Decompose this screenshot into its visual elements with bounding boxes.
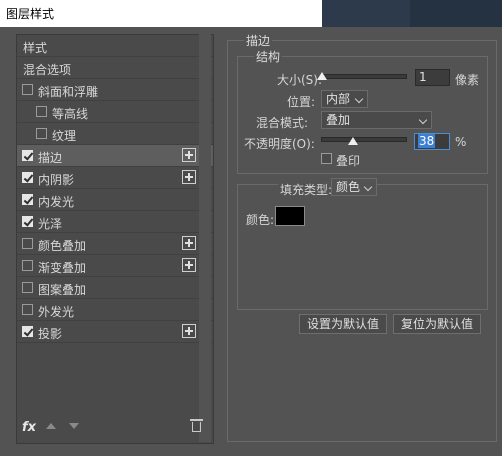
move-up-icon[interactable] [46,423,56,429]
emboss-label: 叠印 [336,154,361,168]
style-checkbox[interactable] [22,304,33,315]
blend-mode-dropdown[interactable]: 叠加 [321,111,432,129]
size-label: 大小(S): [277,73,323,87]
styles-header[interactable]: 样式 [17,35,213,57]
style-item-label: 外发光 [38,305,75,319]
fill-group [237,184,488,310]
styles-panel: 样式 混合选项 斜面和浮雕等高线纹理描边内阴影内发光光泽颜色叠加渐变叠加图案叠加… [16,34,214,444]
title-bar: 图层样式 [0,0,502,27]
opacity-slider[interactable] [321,137,407,142]
style-item-label: 图案叠加 [38,283,87,297]
style-item[interactable]: 投影 [17,321,213,343]
size-slider[interactable] [321,74,407,79]
add-style-icon[interactable] [182,148,196,162]
blend-mode-value: 叠加 [326,113,351,127]
style-checkbox[interactable] [22,84,33,95]
style-checkbox[interactable] [36,106,47,117]
reset-default-button[interactable]: 复位为默认值 [393,314,481,334]
style-item[interactable]: 等高线 [17,101,213,123]
style-checkbox[interactable] [22,216,33,227]
styles-toolbar: fx [16,414,212,442]
position-value: 内部 [326,92,351,106]
window-title: 图层样式 [6,7,55,21]
style-item[interactable]: 内阴影 [17,167,213,189]
style-checkbox[interactable] [22,172,33,183]
opacity-input[interactable]: 38 [414,133,450,150]
color-swatch[interactable] [275,206,305,226]
add-style-icon[interactable] [182,236,196,250]
style-item[interactable]: 渐变叠加 [17,255,213,277]
chevron-down-icon [363,182,373,192]
fx-button[interactable]: fx [22,420,36,435]
style-item[interactable]: 斜面和浮雕 [17,79,213,101]
style-item-label: 颜色叠加 [38,239,87,253]
style-item[interactable]: 图案叠加 [17,277,213,299]
blend-options-item[interactable]: 混合选项 [17,57,213,79]
trash-icon[interactable] [190,419,203,432]
style-checkbox[interactable] [22,326,33,337]
chevron-down-icon [418,115,428,125]
opacity-value: 38 [418,134,436,148]
style-item[interactable]: 纹理 [17,123,213,145]
styles-scroll-area [199,34,211,442]
opacity-slider-thumb[interactable] [347,137,358,145]
style-item[interactable]: 颜色叠加 [17,233,213,255]
structure-title: 结构 [254,48,283,65]
fill-type-label: 填充类型: [278,181,335,198]
styles-header-label: 样式 [23,41,48,55]
make-default-button[interactable]: 设置为默认值 [299,314,387,334]
style-item-label: 投影 [38,327,63,341]
position-dropdown[interactable]: 内部 [321,90,368,108]
style-checkbox[interactable] [22,282,33,293]
size-input[interactable]: 1 [415,69,450,86]
move-down-icon[interactable] [69,423,79,429]
style-item-label: 斜面和浮雕 [38,85,99,99]
style-checkbox[interactable] [22,150,33,161]
style-item[interactable]: 描边 [17,145,213,167]
chevron-down-icon [354,94,364,104]
style-item-label: 内发光 [38,195,75,209]
style-item-label: 光泽 [38,217,63,231]
blend-mode-label: 混合模式: [256,116,309,130]
background-window-edge [410,0,502,27]
emboss-checkbox[interactable] [321,153,332,164]
size-slider-thumb[interactable] [316,72,327,80]
style-item-label: 描边 [38,151,63,165]
fill-type-dropdown[interactable]: 颜色 [331,178,377,196]
style-item-label: 内阴影 [38,173,75,187]
opacity-label: 不透明度(O): [244,137,315,151]
add-style-icon[interactable] [182,170,196,184]
style-checkbox[interactable] [36,128,47,139]
style-item-label: 等高线 [52,107,89,121]
style-item-label: 纹理 [52,129,77,143]
style-checkbox[interactable] [22,194,33,205]
color-label: 颜色: [246,213,275,227]
style-item-label: 渐变叠加 [38,261,87,275]
style-item[interactable]: 内发光 [17,189,213,211]
style-checkbox[interactable] [22,238,33,249]
style-item[interactable]: 光泽 [17,211,213,233]
size-unit: 像素 [455,73,480,87]
opacity-unit: % [455,135,467,149]
stroke-section-title: 描边 [244,32,273,49]
add-style-icon[interactable] [182,324,196,338]
blend-options-label: 混合选项 [23,63,72,77]
style-item[interactable]: 外发光 [17,299,213,321]
add-style-icon[interactable] [182,258,196,272]
position-label: 位置: [287,95,316,109]
fill-type-value: 颜色 [336,180,361,194]
style-checkbox[interactable] [22,260,33,271]
